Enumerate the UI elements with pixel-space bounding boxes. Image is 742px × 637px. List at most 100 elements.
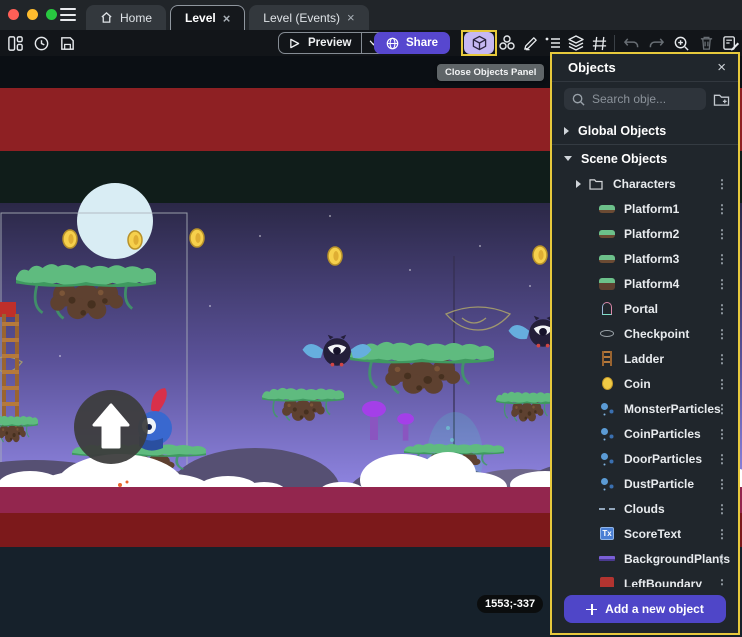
object-label: Coin	[624, 377, 651, 391]
object-label: Platform3	[624, 252, 679, 266]
kebab-menu-icon[interactable]	[716, 202, 728, 216]
object-row-monsterparticles[interactable]: MonsterParticles	[552, 396, 738, 421]
tab-level-events[interactable]: Level (Events) ×	[249, 5, 368, 30]
history-icon[interactable]	[30, 32, 52, 54]
main-menu-icon[interactable]	[60, 8, 76, 21]
layers-icon[interactable]	[565, 32, 587, 54]
object-row-scoretext[interactable]: Tx ScoreText	[552, 521, 738, 546]
add-folder-icon[interactable]	[713, 92, 730, 107]
cursor-coordinates: 1553;-337	[477, 595, 543, 613]
object-label: LeftBoundary	[624, 577, 702, 588]
boundary-thumbnail-icon	[600, 577, 614, 588]
object-label: Ladder	[624, 352, 664, 366]
kebab-menu-icon[interactable]	[716, 502, 728, 516]
kebab-menu-icon[interactable]	[716, 327, 728, 341]
minimize-window-icon[interactable]	[27, 9, 38, 20]
folder-icon	[589, 178, 603, 190]
object-row-dustparticle[interactable]: DustParticle	[552, 471, 738, 496]
close-panel-icon[interactable]: ×	[717, 60, 726, 75]
instances-list-icon[interactable]	[542, 32, 564, 54]
text-thumbnail-icon: Tx	[600, 527, 614, 540]
object-row-platform2[interactable]: Platform2	[552, 221, 738, 246]
divider	[552, 144, 738, 145]
platform-thumbnail-icon	[599, 255, 615, 263]
kebab-menu-icon[interactable]	[716, 377, 728, 391]
particles-thumbnail-icon	[600, 477, 615, 490]
group-scene-objects[interactable]: Scene Objects	[552, 146, 738, 171]
close-tab-icon[interactable]: ×	[223, 12, 231, 25]
delete-icon	[695, 32, 717, 54]
preview-button[interactable]: Preview	[278, 32, 386, 54]
group-global-objects[interactable]: Global Objects	[552, 118, 738, 143]
search-input[interactable]	[592, 92, 692, 106]
edit-pencil-icon[interactable]	[519, 32, 541, 54]
tab-home[interactable]: Home	[86, 5, 166, 30]
object-row-platform1[interactable]: Platform1	[552, 196, 738, 221]
object-row-portal[interactable]: Portal	[552, 296, 738, 321]
object-row-checkpoint[interactable]: Checkpoint	[552, 321, 738, 346]
object-row-coinparticles[interactable]: CoinParticles	[552, 421, 738, 446]
kebab-menu-icon[interactable]	[716, 452, 728, 466]
tab-label: Level	[185, 11, 216, 25]
ladder-thumbnail-icon	[602, 351, 612, 366]
undo-icon	[620, 32, 642, 54]
objects-panel-toggle-highlight	[461, 30, 497, 56]
objects-tree: Global Objects Scene Objects Characters …	[552, 116, 738, 587]
expand-arrow-icon	[576, 180, 581, 188]
object-row-doorparticles[interactable]: DoorParticles	[552, 446, 738, 471]
clouds-thumbnail-icon	[599, 508, 615, 510]
object-row-platform3[interactable]: Platform3	[552, 246, 738, 271]
panel-title: Objects	[568, 60, 616, 75]
close-window-icon[interactable]	[8, 9, 19, 20]
object-row-backgroundplants[interactable]: BackgroundPlants	[552, 546, 738, 571]
object-label: Checkpoint	[624, 327, 689, 341]
maximize-window-icon[interactable]	[46, 9, 57, 20]
redo-icon	[645, 32, 667, 54]
search-box[interactable]	[564, 88, 706, 110]
zoom-in-icon[interactable]	[670, 32, 692, 54]
kebab-menu-icon[interactable]	[716, 552, 728, 566]
portal-thumbnail-icon	[602, 302, 612, 315]
objects-panel-toggle-button[interactable]	[464, 32, 494, 54]
kebab-menu-icon[interactable]	[716, 227, 728, 241]
tab-label: Level (Events)	[263, 11, 340, 25]
kebab-menu-icon[interactable]	[716, 402, 728, 416]
objects-panel: Objects × Global Objects Scene Objects	[550, 52, 740, 635]
kebab-menu-icon[interactable]	[716, 477, 728, 491]
object-label: Characters	[613, 177, 676, 191]
close-tab-icon[interactable]: ×	[347, 11, 355, 24]
kebab-menu-icon[interactable]	[716, 252, 728, 266]
save-icon[interactable]	[56, 32, 78, 54]
object-groups-icon[interactable]	[496, 32, 518, 54]
group-label: Global Objects	[578, 124, 666, 138]
coin-thumbnail-icon	[602, 377, 613, 390]
share-button[interactable]: Share	[374, 32, 450, 54]
cube-icon	[472, 35, 487, 51]
object-row-leftboundary[interactable]: LeftBoundary	[552, 571, 738, 587]
kebab-menu-icon[interactable]	[716, 527, 728, 541]
kebab-menu-icon[interactable]	[716, 352, 728, 366]
kebab-menu-icon[interactable]	[716, 577, 728, 588]
add-new-object-button[interactable]: Add a new object	[564, 595, 726, 623]
particles-thumbnail-icon	[600, 402, 615, 415]
kebab-menu-icon[interactable]	[716, 277, 728, 291]
scene-properties-icon[interactable]	[720, 32, 742, 54]
object-label: DustParticle	[624, 477, 694, 491]
object-label: ScoreText	[624, 527, 681, 541]
object-row-coin[interactable]: Coin	[552, 371, 738, 396]
object-row-platform4[interactable]: Platform4	[552, 271, 738, 296]
tab-level[interactable]: Level ×	[170, 5, 245, 30]
window-controls	[8, 9, 57, 20]
object-row-ladder[interactable]: Ladder	[552, 346, 738, 371]
kebab-menu-icon[interactable]	[716, 302, 728, 316]
object-label: Platform4	[624, 277, 679, 291]
kebab-menu-icon[interactable]	[716, 177, 728, 191]
kebab-menu-icon[interactable]	[716, 427, 728, 441]
grid-icon[interactable]	[588, 32, 610, 54]
project-manager-icon[interactable]	[4, 32, 26, 54]
object-label: BackgroundPlants	[624, 552, 730, 566]
particles-thumbnail-icon	[600, 427, 615, 440]
object-row-characters[interactable]: Characters	[552, 171, 738, 196]
platform-thumbnail-icon	[599, 230, 615, 238]
object-row-clouds[interactable]: Clouds	[552, 496, 738, 521]
